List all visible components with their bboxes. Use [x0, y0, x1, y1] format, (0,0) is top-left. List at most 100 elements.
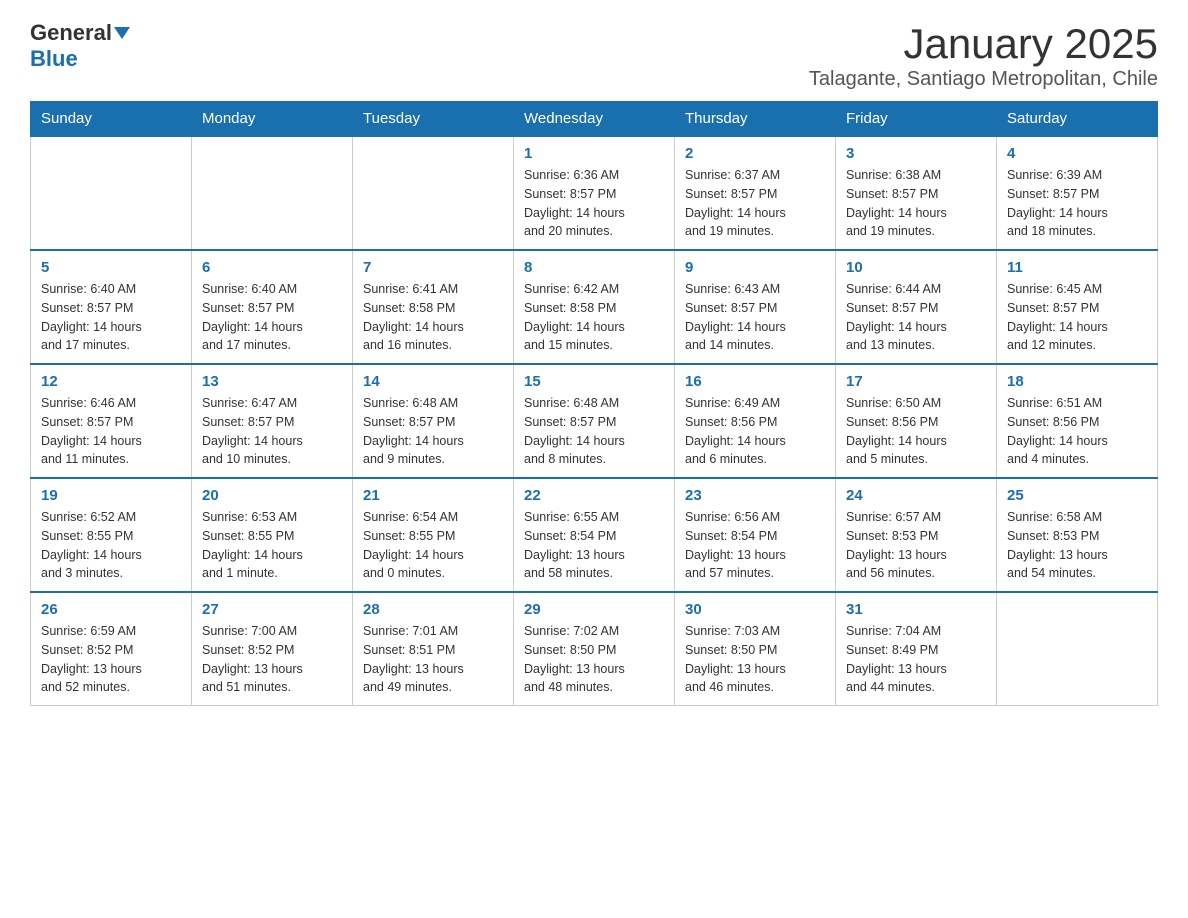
day-number: 30	[685, 601, 825, 618]
calendar-cell: 19Sunrise: 6:52 AM Sunset: 8:55 PM Dayli…	[31, 478, 192, 592]
day-number: 10	[846, 259, 986, 276]
day-number: 14	[363, 373, 503, 390]
day-info: Sunrise: 6:59 AM Sunset: 8:52 PM Dayligh…	[41, 622, 181, 697]
day-info: Sunrise: 6:42 AM Sunset: 8:58 PM Dayligh…	[524, 280, 664, 355]
day-info: Sunrise: 6:44 AM Sunset: 8:57 PM Dayligh…	[846, 280, 986, 355]
day-number: 1	[524, 145, 664, 162]
calendar-cell	[31, 136, 192, 250]
day-info: Sunrise: 6:50 AM Sunset: 8:56 PM Dayligh…	[846, 394, 986, 469]
day-number: 6	[202, 259, 342, 276]
day-info: Sunrise: 6:55 AM Sunset: 8:54 PM Dayligh…	[524, 508, 664, 583]
day-number: 4	[1007, 145, 1147, 162]
day-info: Sunrise: 6:58 AM Sunset: 8:53 PM Dayligh…	[1007, 508, 1147, 583]
day-number: 7	[363, 259, 503, 276]
calendar-week-5: 26 Sunrise: 6:59 AM Sunset: 8:52 PM Dayli…	[31, 592, 1158, 706]
day-info: Sunrise: 6:48 AM Sunset: 8:57 PM Dayligh…	[363, 394, 503, 469]
day-info: Sunrise: 6:47 AM Sunset: 8:57 PM Dayligh…	[202, 394, 342, 469]
day-info: Sunrise: 7:00 AM Sunset: 8:52 PM Dayligh…	[202, 622, 342, 697]
day-info: Sunrise: 6:56 AM Sunset: 8:54 PM Dayligh…	[685, 508, 825, 583]
calendar-week-2: 5 Sunrise: 6:40 AM Sunset: 8:57 PM Daylig…	[31, 250, 1158, 364]
day-number: 17	[846, 373, 986, 390]
calendar-cell: 15 Sunrise: 6:48 AM Sunset: 8:57 PM Dayli…	[514, 364, 675, 478]
calendar-cell: 13 Sunrise: 6:47 AM Sunset: 8:57 PM Dayli…	[192, 364, 353, 478]
calendar-cell: 20 Sunrise: 6:53 AM Sunset: 8:55 PM Dayli…	[192, 478, 353, 592]
day-info: Sunrise: 6:49 AM Sunset: 8:56 PM Dayligh…	[685, 394, 825, 469]
day-number: 26	[41, 601, 181, 618]
day-number: 20	[202, 487, 342, 504]
day-number: 31	[846, 601, 986, 618]
day-number: 11	[1007, 259, 1147, 276]
calendar-header-friday: Friday	[836, 102, 997, 137]
calendar-cell: 10 Sunrise: 6:44 AM Sunset: 8:57 PM Dayli…	[836, 250, 997, 364]
logo: General Blue	[30, 20, 130, 72]
calendar-cell: 4Sunrise: 6:39 AM Sunset: 8:57 PM Daylig…	[997, 136, 1158, 250]
day-number: 22	[524, 487, 664, 504]
day-number: 9	[685, 259, 825, 276]
day-number: 5	[41, 259, 181, 276]
day-number: 23	[685, 487, 825, 504]
calendar-cell: 22 Sunrise: 6:55 AM Sunset: 8:54 PM Dayli…	[514, 478, 675, 592]
day-number: 19	[41, 487, 181, 504]
day-number: 2	[685, 145, 825, 162]
calendar-header-sunday: Sunday	[31, 102, 192, 137]
day-number: 21	[363, 487, 503, 504]
calendar-cell: 1 Sunrise: 6:36 AM Sunset: 8:57 PM Daylig…	[514, 136, 675, 250]
calendar-cell: 31Sunrise: 7:04 AM Sunset: 8:49 PM Dayli…	[836, 592, 997, 706]
day-info: Sunrise: 6:48 AM Sunset: 8:57 PM Dayligh…	[524, 394, 664, 469]
calendar-cell: 8 Sunrise: 6:42 AM Sunset: 8:58 PM Daylig…	[514, 250, 675, 364]
day-info: Sunrise: 6:38 AM Sunset: 8:57 PM Dayligh…	[846, 166, 986, 241]
calendar-week-3: 12Sunrise: 6:46 AM Sunset: 8:57 PM Dayli…	[31, 364, 1158, 478]
day-info: Sunrise: 6:40 AM Sunset: 8:57 PM Dayligh…	[202, 280, 342, 355]
calendar-cell: 27 Sunrise: 7:00 AM Sunset: 8:52 PM Dayli…	[192, 592, 353, 706]
day-number: 29	[524, 601, 664, 618]
day-number: 13	[202, 373, 342, 390]
calendar-cell: 6 Sunrise: 6:40 AM Sunset: 8:57 PM Daylig…	[192, 250, 353, 364]
calendar-header-monday: Monday	[192, 102, 353, 137]
calendar-cell: 2 Sunrise: 6:37 AM Sunset: 8:57 PM Daylig…	[675, 136, 836, 250]
day-info: Sunrise: 6:41 AM Sunset: 8:58 PM Dayligh…	[363, 280, 503, 355]
day-number: 15	[524, 373, 664, 390]
header: General Blue January 2025 Talagante, San…	[30, 20, 1158, 91]
day-number: 8	[524, 259, 664, 276]
calendar-cell: 9 Sunrise: 6:43 AM Sunset: 8:57 PM Daylig…	[675, 250, 836, 364]
day-info: Sunrise: 6:53 AM Sunset: 8:55 PM Dayligh…	[202, 508, 342, 583]
calendar-header-saturday: Saturday	[997, 102, 1158, 137]
calendar-cell: 17 Sunrise: 6:50 AM Sunset: 8:56 PM Dayli…	[836, 364, 997, 478]
calendar-cell: 12Sunrise: 6:46 AM Sunset: 8:57 PM Dayli…	[31, 364, 192, 478]
calendar-header-tuesday: Tuesday	[353, 102, 514, 137]
calendar-cell	[353, 136, 514, 250]
day-number: 18	[1007, 373, 1147, 390]
day-number: 24	[846, 487, 986, 504]
logo-general: General	[30, 20, 112, 46]
calendar-cell: 24Sunrise: 6:57 AM Sunset: 8:53 PM Dayli…	[836, 478, 997, 592]
day-number: 25	[1007, 487, 1147, 504]
day-info: Sunrise: 6:54 AM Sunset: 8:55 PM Dayligh…	[363, 508, 503, 583]
calendar-header-wednesday: Wednesday	[514, 102, 675, 137]
logo-triangle-icon	[114, 27, 130, 39]
day-info: Sunrise: 6:46 AM Sunset: 8:57 PM Dayligh…	[41, 394, 181, 469]
day-number: 16	[685, 373, 825, 390]
day-info: Sunrise: 6:51 AM Sunset: 8:56 PM Dayligh…	[1007, 394, 1147, 469]
calendar-cell: 18 Sunrise: 6:51 AM Sunset: 8:56 PM Dayli…	[997, 364, 1158, 478]
calendar-cell: 16 Sunrise: 6:49 AM Sunset: 8:56 PM Dayli…	[675, 364, 836, 478]
day-info: Sunrise: 6:36 AM Sunset: 8:57 PM Dayligh…	[524, 166, 664, 241]
calendar-cell: 26 Sunrise: 6:59 AM Sunset: 8:52 PM Dayli…	[31, 592, 192, 706]
day-info: Sunrise: 6:43 AM Sunset: 8:57 PM Dayligh…	[685, 280, 825, 355]
calendar-week-4: 19Sunrise: 6:52 AM Sunset: 8:55 PM Dayli…	[31, 478, 1158, 592]
calendar-cell	[192, 136, 353, 250]
calendar-cell: 14 Sunrise: 6:48 AM Sunset: 8:57 PM Dayli…	[353, 364, 514, 478]
calendar-cell: 29Sunrise: 7:02 AM Sunset: 8:50 PM Dayli…	[514, 592, 675, 706]
day-number: 3	[846, 145, 986, 162]
day-number: 28	[363, 601, 503, 618]
day-info: Sunrise: 6:40 AM Sunset: 8:57 PM Dayligh…	[41, 280, 181, 355]
calendar-cell: 25 Sunrise: 6:58 AM Sunset: 8:53 PM Dayli…	[997, 478, 1158, 592]
calendar-cell: 11Sunrise: 6:45 AM Sunset: 8:57 PM Dayli…	[997, 250, 1158, 364]
calendar-cell: 21 Sunrise: 6:54 AM Sunset: 8:55 PM Dayli…	[353, 478, 514, 592]
logo-blue: Blue	[30, 46, 78, 72]
location-title: Talagante, Santiago Metropolitan, Chile	[809, 68, 1158, 91]
day-number: 27	[202, 601, 342, 618]
day-info: Sunrise: 7:03 AM Sunset: 8:50 PM Dayligh…	[685, 622, 825, 697]
calendar-cell: 7 Sunrise: 6:41 AM Sunset: 8:58 PM Daylig…	[353, 250, 514, 364]
day-info: Sunrise: 6:37 AM Sunset: 8:57 PM Dayligh…	[685, 166, 825, 241]
calendar-cell: 23 Sunrise: 6:56 AM Sunset: 8:54 PM Dayli…	[675, 478, 836, 592]
